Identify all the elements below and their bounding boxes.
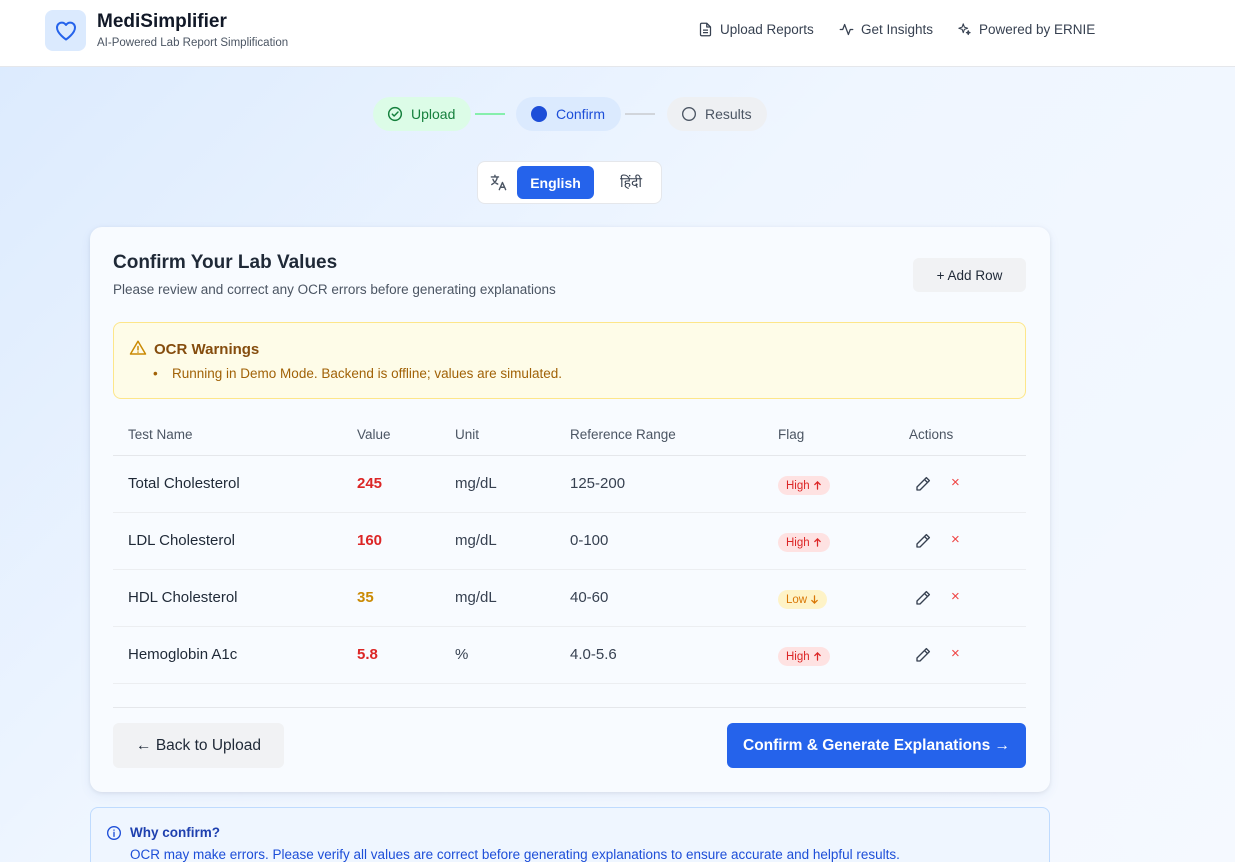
nav-powered-by[interactable]: Powered by ERNIE	[957, 22, 1095, 37]
app-header: MediSimplifier AI-Powered Lab Report Sim…	[0, 0, 1235, 67]
reference-range: 0-100	[570, 532, 609, 549]
column-header: Reference Range	[570, 427, 676, 442]
column-header: Flag	[778, 427, 805, 442]
flag-label: Low	[786, 593, 808, 606]
reference-range: 125-200	[570, 475, 626, 492]
flag-badge: High	[778, 533, 830, 552]
flag-badge: High	[778, 476, 830, 495]
back-to-upload-button[interactable]: ← Back to Upload	[113, 723, 284, 768]
test-unit: %	[455, 646, 469, 663]
nav-label: Get Insights	[861, 22, 934, 37]
activity-icon	[839, 23, 854, 36]
column-header: Test Name	[128, 427, 193, 442]
nav-get-insights[interactable]: Get Insights	[839, 22, 933, 37]
nav-upload-reports[interactable]: Upload Reports	[698, 22, 814, 37]
table-row: Hemoglobin A1c 5.8 % 4.0-5.6 High ×	[113, 627, 1026, 684]
confirm-generate-button[interactable]: Confirm & Generate Explanations →	[727, 723, 1026, 768]
test-unit: mg/dL	[455, 589, 497, 606]
flag-badge: Low	[778, 590, 828, 609]
test-value: 5.8	[357, 646, 378, 663]
active-dot-icon	[531, 106, 547, 122]
step-connector	[625, 113, 655, 115]
arrow-down-icon	[811, 595, 818, 604]
check-circle-icon	[387, 106, 403, 122]
language-english-button[interactable]: English	[517, 166, 594, 199]
nav-label: Powered by ERNIE	[979, 22, 1096, 37]
arrow-up-icon	[813, 652, 821, 661]
heart-icon	[55, 21, 76, 40]
document-icon	[699, 22, 712, 37]
card-title: Confirm Your Lab Values	[113, 252, 338, 273]
step-label: Results	[705, 106, 752, 122]
info-text: OCR may make errors. Please verify all v…	[130, 847, 900, 862]
language-hindi-button[interactable]: हिंदी	[601, 166, 661, 199]
delete-row-icon[interactable]: ×	[951, 645, 960, 662]
test-value: 160	[357, 532, 383, 549]
edit-pencil-icon[interactable]	[914, 475, 932, 493]
language-toggle: English हिंदी	[477, 161, 662, 204]
column-header: Unit	[455, 427, 480, 442]
reference-range: 40-60	[570, 589, 609, 606]
edit-pencil-icon[interactable]	[914, 646, 932, 664]
step-confirm[interactable]: Confirm	[516, 97, 621, 131]
step-label: Upload	[411, 106, 456, 122]
flag-label: High	[786, 650, 810, 663]
add-row-button[interactable]: + Add Row	[913, 258, 1026, 292]
translate-icon	[490, 174, 507, 191]
step-results[interactable]: Results	[667, 97, 767, 131]
table-row: LDL Cholesterol 160 mg/dL 0-100 High ×	[113, 513, 1026, 570]
delete-row-icon[interactable]: ×	[951, 588, 960, 605]
table-row: Total Cholesterol 245 mg/dL 125-200 High…	[113, 456, 1026, 513]
step-connector	[475, 113, 505, 115]
column-header: Value	[357, 427, 391, 442]
nav-label: Upload Reports	[720, 22, 814, 37]
column-header: Actions	[909, 427, 954, 442]
test-name: Total Cholesterol	[128, 475, 240, 492]
ocr-warning-box: OCR Warnings Running in Demo Mode. Backe…	[113, 322, 1026, 399]
info-title: Why confirm?	[130, 825, 220, 840]
warning-item: Running in Demo Mode. Backend is offline…	[153, 366, 562, 381]
flag-label: High	[786, 479, 810, 492]
brand-subtitle: AI-Powered Lab Report Simplification	[97, 37, 289, 49]
arrow-up-icon	[813, 481, 821, 490]
test-unit: mg/dL	[455, 475, 497, 492]
table-row: HDL Cholesterol 35 mg/dL 40-60 Low ×	[113, 570, 1026, 627]
card-subtitle: Please review and correct any OCR errors…	[113, 282, 556, 297]
sparkles-icon	[958, 23, 971, 36]
edit-pencil-icon[interactable]	[914, 589, 932, 607]
reference-range: 4.0-5.6	[570, 646, 617, 663]
warning-triangle-icon	[129, 340, 147, 355]
test-name: Hemoglobin A1c	[128, 646, 238, 663]
why-confirm-info: Why confirm? OCR may make errors. Please…	[90, 807, 1050, 862]
edit-pencil-icon[interactable]	[914, 532, 932, 550]
circle-icon	[682, 107, 696, 121]
step-upload[interactable]: Upload	[373, 97, 471, 131]
test-value: 245	[357, 475, 383, 492]
delete-row-icon[interactable]: ×	[951, 531, 960, 548]
test-value: 35	[357, 589, 374, 606]
brand-title: MediSimplifier	[97, 11, 227, 32]
info-icon	[107, 826, 121, 840]
arrow-up-icon	[813, 538, 821, 547]
step-label: Confirm	[556, 106, 606, 122]
warning-title: OCR Warnings	[154, 341, 260, 358]
table-header: Test Name Value Unit Reference Range Fla…	[113, 417, 1026, 456]
test-name: LDL Cholesterol	[128, 532, 235, 549]
delete-row-icon[interactable]: ×	[951, 474, 960, 491]
logo	[45, 10, 86, 51]
confirm-card: Confirm Your Lab Values Please review an…	[90, 227, 1050, 792]
flag-badge: High	[778, 647, 830, 666]
flag-label: High	[786, 536, 810, 549]
test-unit: mg/dL	[455, 532, 497, 549]
divider	[113, 707, 1026, 708]
test-name: HDL Cholesterol	[128, 589, 238, 606]
